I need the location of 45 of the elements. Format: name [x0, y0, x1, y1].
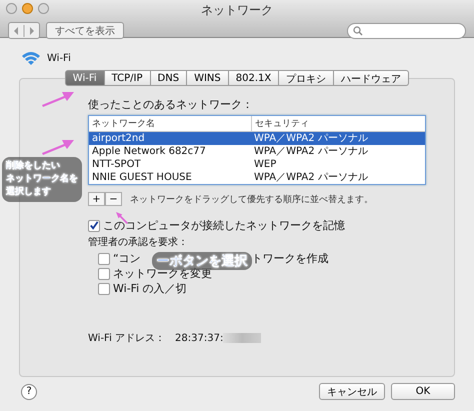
table-row[interactable]: NNIE GUEST HOUSE WPA／WPA2 パーソナル — [89, 171, 425, 184]
show-all-button[interactable]: すべてを表示 — [46, 22, 124, 39]
service-name: Wi-Fi — [47, 52, 71, 64]
dialog-button[interactable]: キャンセル — [319, 383, 385, 400]
annotation-callout: ーボタンを選択 — [152, 252, 252, 270]
address-label: Wi-Fi アドレス： — [88, 332, 166, 345]
checkbox[interactable] — [98, 282, 110, 294]
search-field[interactable] — [347, 22, 466, 38]
tab[interactable]: TCP/IP — [104, 70, 151, 86]
annotation-callout: 削除をしたい ネットワーク名を 選択します — [2, 157, 82, 202]
column-header: ネットワーク名 — [91, 118, 156, 131]
checkbox-label: トワークを作成 — [252, 251, 329, 266]
hint-text: ネットワークをドラッグして優先する順序に並べ替えます。 — [130, 194, 373, 206]
section-label: 管理者の承認を要求： — [88, 236, 189, 249]
list-button[interactable]: + — [88, 192, 105, 206]
table-row[interactable]: Apple Network 682c77 WPA／WPA2 パーソナル — [89, 145, 425, 158]
search-icon — [353, 26, 363, 36]
tab[interactable]: 802.1X — [228, 70, 280, 86]
tab[interactable]: ハードウェア — [334, 70, 410, 86]
checkbox-label: ネットワークを変更 — [113, 267, 212, 281]
checkbox-label: “コン — [113, 251, 141, 266]
checkbox[interactable] — [98, 252, 110, 264]
tab[interactable]: WINS — [187, 70, 229, 86]
checkbox-label: Wi-Fi の入／切 — [113, 281, 187, 296]
back-forward-control[interactable] — [8, 22, 40, 39]
minimize-button[interactable] — [22, 3, 33, 14]
checkbox-label: このコンピュータが接続したネットワークを記憶 — [103, 218, 345, 233]
column-header: セキュリティ — [251, 116, 425, 131]
table-row[interactable]: NTT-SPOT WEP — [89, 158, 425, 171]
checkbox[interactable] — [98, 268, 110, 280]
dialog-button[interactable]: OK — [391, 383, 455, 400]
wifi-icon — [21, 50, 41, 66]
checkbox[interactable] — [88, 220, 100, 232]
section-label: 使ったことのあるネットワーク： — [88, 97, 254, 112]
zoom-button[interactable] — [38, 3, 49, 14]
window-title: ネットワーク — [201, 2, 273, 19]
address-value: 28:37:37: — [175, 332, 224, 344]
list-button[interactable]: − — [105, 192, 122, 206]
tab[interactable]: プロキシ — [279, 70, 334, 86]
table-row[interactable]: airport2nd WPA／WPA2 パーソナル — [89, 132, 425, 145]
redacted-block — [223, 333, 262, 343]
help-button[interactable]: ? — [21, 384, 37, 400]
tab[interactable]: Wi-Fi — [64, 70, 105, 86]
close-button[interactable] — [6, 3, 17, 14]
tab[interactable]: DNS — [150, 70, 188, 86]
